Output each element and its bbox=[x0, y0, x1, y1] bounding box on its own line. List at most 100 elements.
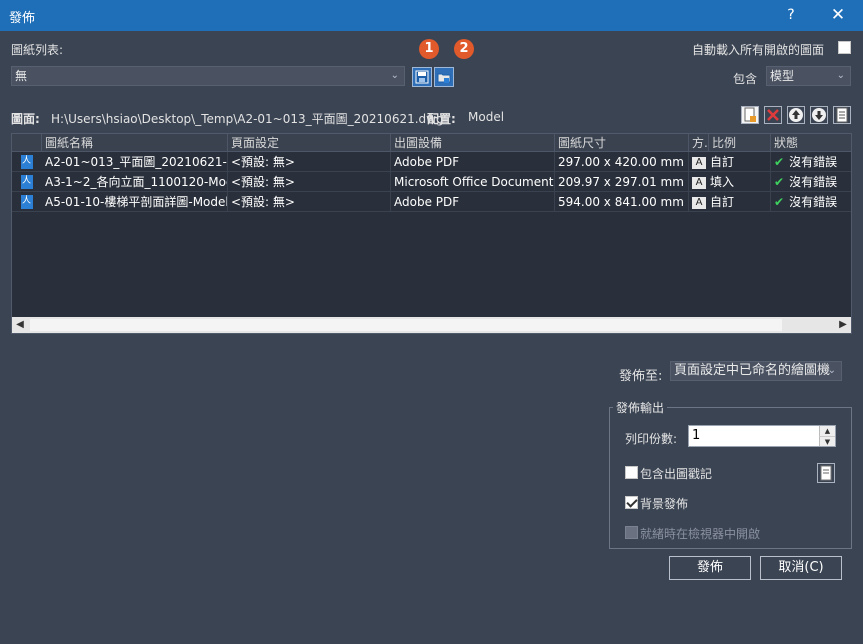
move-down-button[interactable] bbox=[810, 106, 828, 124]
publish-button[interactable]: 發佈 bbox=[669, 556, 751, 580]
header-orientation[interactable]: 方. bbox=[689, 134, 709, 152]
cell-scale: 自訂 bbox=[710, 195, 735, 209]
table-row[interactable]: A2-01~013_平面圖_20210621-Model <預設: 無> Ado… bbox=[12, 152, 851, 172]
sheet-table: 圖紙名稱 頁面設定 出圖設備 圖紙尺寸 方. 比例 狀態 A2-01~013_平… bbox=[11, 133, 852, 334]
status-text: 沒有錯誤 bbox=[789, 155, 838, 169]
auto-load-label: 自動載入所有開啟的圖面 bbox=[692, 43, 825, 57]
cell-orient-scale: A 自訂 bbox=[689, 192, 771, 212]
scroll-left-icon[interactable]: ◀ bbox=[12, 317, 28, 333]
copies-label: 列印份數: bbox=[625, 432, 678, 446]
check-icon: ✔ bbox=[774, 195, 785, 209]
orientation-icon: A bbox=[692, 156, 706, 169]
cell-orient-scale: A 填入 bbox=[689, 172, 771, 192]
open-in-viewer-label: 就緒時在檢視器中開啟 bbox=[640, 527, 761, 541]
close-button[interactable]: ✕ bbox=[828, 5, 848, 25]
background-publish-checkbox[interactable] bbox=[625, 496, 638, 509]
window-title: 發佈 bbox=[9, 11, 36, 26]
header-paper-size[interactable]: 圖紙尺寸 bbox=[555, 134, 689, 152]
header-page-setup[interactable]: 頁面設定 bbox=[228, 134, 391, 152]
header-status[interactable]: 狀態 bbox=[771, 134, 851, 152]
include-stamp-checkbox[interactable] bbox=[625, 466, 638, 479]
scrollbar-thumb[interactable] bbox=[30, 319, 782, 331]
header-device[interactable]: 出圖設備 bbox=[391, 134, 555, 152]
publish-to-selected: 頁面設定中已命名的繪圖機 bbox=[674, 363, 831, 378]
check-icon: ✔ bbox=[774, 175, 785, 189]
cell-device: Adobe PDF bbox=[391, 152, 555, 172]
badge-1: 1 bbox=[419, 39, 439, 59]
cell-sheet-name: A3-1~2_各向立面_1100120-Model bbox=[42, 172, 228, 192]
add-sheet-icon bbox=[744, 107, 756, 122]
dwg-sheet-icon bbox=[21, 193, 33, 209]
publish-to-label: 發佈至: bbox=[619, 369, 663, 384]
chevron-down-icon: ⌄ bbox=[390, 70, 399, 81]
help-button[interactable]: ? bbox=[781, 5, 801, 25]
auto-load-checkbox[interactable] bbox=[838, 41, 851, 54]
move-up-button[interactable] bbox=[787, 106, 805, 124]
status-text: 沒有錯誤 bbox=[789, 175, 838, 189]
arrow-down-icon bbox=[812, 108, 826, 122]
dwg-sheet-icon bbox=[21, 153, 33, 169]
table-row[interactable]: A5-01-10-樓梯平剖面詳圖-Model <預設: 無> Adobe PDF… bbox=[12, 192, 851, 212]
sheet-list-selected: 無 bbox=[15, 69, 28, 83]
copies-stepper[interactable]: 1 ▲ ▼ bbox=[688, 425, 836, 447]
cell-device: Adobe PDF bbox=[391, 192, 555, 212]
sheet-list-select[interactable]: 無 ⌄ bbox=[11, 66, 405, 86]
drawing-path: H:\Users\hsiao\Desktop\_Temp\A2-01~013_平… bbox=[51, 112, 444, 126]
table-header: 圖紙名稱 頁面設定 出圖設備 圖紙尺寸 方. 比例 狀態 bbox=[12, 134, 851, 152]
increment-icon[interactable]: ▲ bbox=[819, 426, 835, 436]
cell-scale: 填入 bbox=[710, 175, 735, 189]
cell-status: ✔ 沒有錯誤 bbox=[771, 192, 851, 212]
badge-2: 2 bbox=[454, 39, 474, 59]
cell-sheet-name: A2-01~013_平面圖_20210621-Model bbox=[42, 152, 228, 172]
open-in-viewer-checkbox bbox=[625, 526, 638, 539]
title-bar: 發佈 ? ✕ bbox=[0, 0, 863, 31]
load-sheet-list-button[interactable] bbox=[434, 67, 454, 87]
cell-device: Microsoft Office Document Imag bbox=[391, 172, 555, 192]
add-sheets-button[interactable] bbox=[741, 106, 759, 124]
sheet-details-icon bbox=[836, 107, 848, 123]
table-row[interactable]: A3-1~2_各向立面_1100120-Model <預設: 無> Micros… bbox=[12, 172, 851, 192]
include-stamp-label: 包含出圖戳記 bbox=[640, 467, 713, 481]
cell-orient-scale: A 自訂 bbox=[689, 152, 771, 172]
layout-label: 配置: bbox=[427, 112, 456, 126]
copies-value: 1 bbox=[692, 428, 701, 443]
drawing-label: 圖面: bbox=[11, 112, 40, 126]
arrow-up-icon bbox=[789, 108, 803, 122]
table-horizontal-scrollbar[interactable]: ◀ ▶ bbox=[12, 317, 851, 333]
header-scale[interactable]: 比例 bbox=[709, 134, 771, 152]
remove-sheets-button[interactable] bbox=[764, 106, 782, 124]
cell-status: ✔ 沒有錯誤 bbox=[771, 152, 851, 172]
include-select[interactable]: 模型 ⌄ bbox=[766, 66, 851, 86]
open-folder-icon bbox=[437, 73, 451, 83]
publish-to-select[interactable]: 頁面設定中已命名的繪圖機 ⌄ bbox=[670, 361, 842, 381]
header-icon-col bbox=[12, 134, 42, 152]
cell-paper-size: 297.00 x 420.00 mm bbox=[555, 152, 689, 172]
cell-page-setup[interactable]: <預設: 無> bbox=[228, 152, 391, 172]
cell-sheet-name: A5-01-10-樓梯平剖面詳圖-Model bbox=[42, 192, 228, 212]
header-sheet-name[interactable]: 圖紙名稱 bbox=[42, 134, 228, 152]
cell-page-setup[interactable]: <預設: 無> bbox=[228, 172, 391, 192]
cell-page-setup[interactable]: <預設: 無> bbox=[228, 192, 391, 212]
scroll-right-icon[interactable]: ▶ bbox=[835, 317, 851, 333]
orientation-icon: A bbox=[692, 176, 706, 189]
save-icon bbox=[415, 70, 429, 84]
stamp-settings-icon bbox=[820, 465, 832, 481]
decrement-icon[interactable]: ▼ bbox=[819, 436, 835, 446]
stamp-settings-button[interactable] bbox=[817, 463, 835, 483]
cell-scale: 自訂 bbox=[710, 155, 735, 169]
plot-stamp-settings-button[interactable] bbox=[833, 106, 851, 124]
save-sheet-list-button[interactable] bbox=[412, 67, 432, 87]
orientation-icon: A bbox=[692, 196, 706, 209]
cancel-button[interactable]: 取消(C) bbox=[760, 556, 842, 580]
include-selected: 模型 bbox=[770, 69, 795, 83]
chevron-down-icon: ⌄ bbox=[827, 365, 836, 376]
check-icon: ✔ bbox=[774, 155, 785, 169]
cell-paper-size: 594.00 x 841.00 mm bbox=[555, 192, 689, 212]
delete-icon bbox=[767, 109, 779, 121]
include-label: 包含 bbox=[733, 72, 758, 86]
chevron-down-icon: ⌄ bbox=[836, 70, 845, 81]
dwg-sheet-icon bbox=[21, 173, 33, 189]
layout-value: Model bbox=[468, 110, 505, 124]
sheet-list-label: 圖紙列表: bbox=[11, 43, 64, 57]
status-text: 沒有錯誤 bbox=[789, 195, 838, 209]
